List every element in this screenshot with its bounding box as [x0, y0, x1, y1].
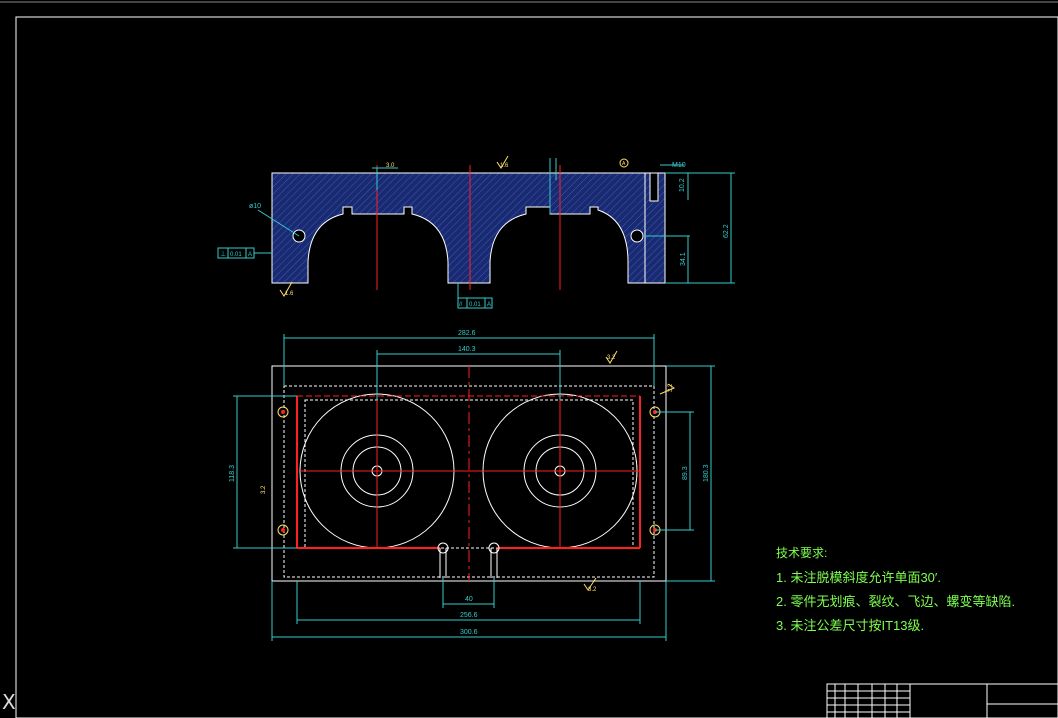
dim-left-height-label: 118.3: [229, 465, 236, 482]
parallel-tol: 0.01: [469, 302, 481, 308]
ucs-axis-icon: X: [2, 690, 16, 714]
dim-bottom-total-label: 300.6: [460, 629, 478, 636]
dim-center-label: 34.1: [680, 252, 687, 266]
dim-hole-left-label: ø10: [249, 203, 261, 210]
tech-requirement-2: 2. 零件无划痕、裂纹、飞边、螺变等缺陷.: [776, 594, 1016, 609]
tech-requirements: 技术要求: 1. 未注脱模斜度允许单面30′. 2. 零件无划痕、裂纹、飞边、螺…: [776, 544, 1015, 639]
flatness-tolerance-frame: ⊥ 0.01 A: [217, 247, 272, 259]
dim-right-inner-label: 89.3: [682, 466, 689, 480]
tech-requirements-title: 技术要求:: [776, 546, 828, 560]
rough-plan-left-label: 3.2: [261, 485, 267, 494]
plan-dimensions: [233, 334, 715, 641]
section-view: [257, 158, 735, 290]
parallel-tolerance-frame: // 0.01 A: [457, 283, 493, 309]
rough-plan-right-label: 3.2: [668, 383, 674, 392]
section-hole-right: [630, 229, 644, 243]
plan-view: [271, 365, 667, 582]
dim-step-label: 3.0: [386, 163, 395, 169]
threaded-hole: [649, 172, 659, 202]
title-block: [826, 683, 1058, 718]
corner-hole-bl-c: [281, 528, 285, 532]
dim-right-total-label: 180.3: [703, 464, 710, 482]
dim-slot-label: 40: [465, 596, 473, 603]
dim-total-top-label: 282.6: [458, 330, 476, 337]
dim-center-spacing-label: 140.3: [458, 346, 476, 353]
tech-requirement-1: 1. 未注脱模斜度允许单面30′.: [776, 570, 941, 585]
dim-bottom-inner-label: 256.6: [460, 612, 478, 619]
dim-height-label: 62.2: [723, 224, 730, 238]
dim-depth-label: 10.2: [679, 178, 686, 192]
datum-a-label: A: [622, 161, 626, 167]
dim-m10-label: M10: [672, 162, 686, 169]
corner-hole-tl-c: [281, 410, 285, 414]
rough-plan-bottom-label: 3.2: [588, 587, 597, 593]
parallel-datum: A: [487, 302, 491, 308]
flatness-tol: 0.01: [230, 252, 242, 258]
section-body: [271, 172, 666, 284]
tech-requirement-3: 3. 未注公差尺寸按IT13级.: [776, 618, 925, 633]
flatness-datum: A: [248, 252, 252, 258]
rough-plan-top-label: 3.2: [607, 355, 616, 361]
parallel-symbol: //: [459, 302, 463, 308]
flatness-symbol: ⊥: [220, 251, 226, 258]
